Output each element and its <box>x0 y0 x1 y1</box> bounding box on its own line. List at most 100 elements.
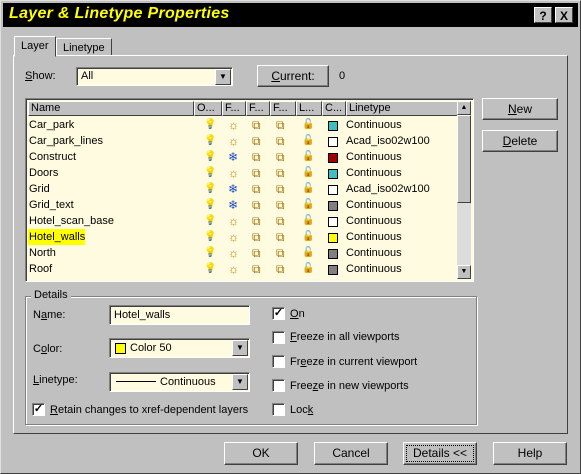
title-bar[interactable]: Layer & Linetype Properties ? X <box>3 3 578 27</box>
viewport-freeze-icon[interactable]: ⧉ <box>252 150 261 164</box>
layer-row[interactable]: Grid 💡 ❄ ⧉ ⧉ 🔓 Acad_iso02w100 <box>28 181 458 197</box>
viewport-freeze-icon[interactable]: ⧉ <box>276 118 285 132</box>
close-button[interactable]: X <box>555 7 573 23</box>
help-button[interactable]: Help <box>493 442 567 465</box>
layer-name-input[interactable]: Hotel_walls <box>109 305 250 325</box>
details-button[interactable]: Details << <box>403 442 477 465</box>
layer-linetype[interactable]: Continuous <box>346 245 402 261</box>
linetype-select[interactable]: Continuous ▼ <box>109 372 250 392</box>
current-button[interactable]: Current: <box>257 65 329 87</box>
sun-icon[interactable]: ☼ <box>228 118 239 132</box>
scroll-thumb[interactable] <box>457 115 471 203</box>
snowflake-icon[interactable]: ❄ <box>228 198 238 212</box>
viewport-freeze-icon[interactable]: ⧉ <box>252 214 261 228</box>
layer-row[interactable]: Roof 💡 ☼ ⧉ ⧉ 🔓 Continuous <box>28 261 458 277</box>
freeze-new-checkbox[interactable] <box>272 379 285 392</box>
unlock-icon[interactable]: 🔓 <box>302 134 314 148</box>
layer-linetype[interactable]: Continuous <box>346 165 402 181</box>
lightbulb-on-icon[interactable]: 💡 <box>204 118 216 132</box>
delete-button[interactable]: Delete <box>482 130 558 152</box>
retain-checkbox[interactable]: ✓ <box>32 403 45 416</box>
unlock-icon[interactable]: 🔓 <box>302 246 314 260</box>
unlock-icon[interactable]: 🔓 <box>302 262 314 276</box>
layer-linetype[interactable]: Continuous <box>346 117 402 133</box>
layer-row[interactable]: Grid_text 💡 ❄ ⧉ ⧉ 🔓 Continuous <box>28 197 458 213</box>
unlock-icon[interactable]: 🔓 <box>302 198 314 212</box>
column-header-1[interactable]: O... <box>194 101 222 116</box>
sun-icon[interactable]: ☼ <box>228 134 239 148</box>
snowflake-icon[interactable]: ❄ <box>228 150 238 164</box>
freeze-all-checkbox[interactable] <box>272 331 285 344</box>
viewport-freeze-icon[interactable]: ⧉ <box>276 150 285 164</box>
column-header-6[interactable]: C... <box>322 101 346 116</box>
viewport-freeze-icon[interactable]: ⧉ <box>276 262 285 276</box>
layer-row[interactable]: Construct 💡 ❄ ⧉ ⧉ 🔓 Continuous <box>28 149 458 165</box>
color-swatch[interactable] <box>328 201 338 211</box>
layer-linetype[interactable]: Continuous <box>346 213 402 229</box>
layer-linetype[interactable]: Continuous <box>346 197 402 213</box>
on-checkbox[interactable]: ✓ <box>272 307 285 320</box>
layer-linetype[interactable]: Acad_iso02w100 <box>346 133 430 149</box>
lightbulb-off-icon[interactable]: 💡 <box>204 214 216 228</box>
layer-linetype[interactable]: Continuous <box>346 261 402 277</box>
viewport-freeze-icon[interactable]: ⧉ <box>252 134 261 148</box>
viewport-freeze-icon[interactable]: ⧉ <box>276 214 285 228</box>
scroll-up-icon[interactable]: ▲ <box>457 101 471 115</box>
column-header-7[interactable]: Linetype <box>346 101 458 116</box>
unlock-icon[interactable]: 🔓 <box>302 182 314 196</box>
viewport-freeze-icon[interactable]: ⧉ <box>276 182 285 196</box>
sun-icon[interactable]: ☼ <box>228 166 239 180</box>
layer-row[interactable]: Car_park 💡 ☼ ⧉ ⧉ 🔓 Continuous <box>28 117 458 133</box>
color-swatch[interactable] <box>328 233 338 243</box>
lightbulb-on-icon[interactable]: 💡 <box>204 262 216 276</box>
layer-row[interactable]: Hotel_scan_base 💡 ☼ ⧉ ⧉ 🔓 Continuous <box>28 213 458 229</box>
viewport-freeze-icon[interactable]: ⧉ <box>276 246 285 260</box>
viewport-freeze-icon[interactable]: ⧉ <box>276 134 285 148</box>
layer-linetype[interactable]: Continuous <box>346 149 402 165</box>
sun-icon[interactable]: ☼ <box>228 230 239 244</box>
cancel-button[interactable]: Cancel <box>314 442 388 465</box>
layer-row[interactable]: North 💡 ☼ ⧉ ⧉ 🔓 Continuous <box>28 245 458 261</box>
freeze-current-checkbox[interactable] <box>272 355 285 368</box>
layer-linetype[interactable]: Acad_iso02w100 <box>346 181 430 197</box>
vertical-scrollbar[interactable]: ▲ ▼ <box>457 101 471 279</box>
color-swatch[interactable] <box>328 249 338 259</box>
viewport-freeze-icon[interactable]: ⧉ <box>252 118 261 132</box>
column-header-5[interactable]: L... <box>296 101 322 116</box>
viewport-freeze-icon[interactable]: ⧉ <box>252 262 261 276</box>
viewport-freeze-icon[interactable]: ⧉ <box>276 166 285 180</box>
viewport-freeze-icon[interactable]: ⧉ <box>252 198 261 212</box>
sun-icon[interactable]: ☼ <box>228 214 239 228</box>
column-header-4[interactable]: F... <box>270 101 296 116</box>
column-header-3[interactable]: F... <box>246 101 270 116</box>
lock-checkbox[interactable] <box>272 403 285 416</box>
layer-list[interactable]: Name O... F... F... F... L... C... Linetype Car… <box>25 98 474 282</box>
help-title-button[interactable]: ? <box>534 7 552 23</box>
chevron-down-icon[interactable]: ▼ <box>215 69 231 85</box>
color-swatch[interactable] <box>328 217 338 227</box>
unlock-icon[interactable]: 🔓 <box>302 214 314 228</box>
unlock-icon[interactable]: 🔓 <box>302 150 314 164</box>
color-select[interactable]: Color 50 ▼ <box>109 338 250 358</box>
sun-icon[interactable]: ☼ <box>228 262 239 276</box>
color-swatch[interactable] <box>328 121 338 131</box>
color-swatch[interactable] <box>328 137 338 147</box>
layer-row[interactable]: Car_park_lines 💡 ☼ ⧉ ⧉ 🔓 Acad_iso02w100 <box>28 133 458 149</box>
viewport-freeze-icon[interactable]: ⧉ <box>252 166 261 180</box>
unlock-icon[interactable]: 🔓 <box>302 118 314 132</box>
layer-row[interactable]: Hotel_walls 💡 ☼ ⧉ ⧉ 🔓 Continuous <box>28 229 458 245</box>
lightbulb-on-icon[interactable]: 💡 <box>204 150 216 164</box>
tab-linetype[interactable]: Linetype <box>56 38 112 56</box>
chevron-down-icon[interactable]: ▼ <box>232 374 248 390</box>
snowflake-icon[interactable]: ❄ <box>228 182 238 196</box>
unlock-icon[interactable]: 🔓 <box>302 166 314 180</box>
viewport-freeze-icon[interactable]: ⧉ <box>276 198 285 212</box>
lightbulb-on-icon[interactable]: 💡 <box>204 134 216 148</box>
unlock-icon[interactable]: 🔓 <box>302 230 314 244</box>
color-swatch[interactable] <box>328 265 338 275</box>
lightbulb-on-icon[interactable]: 💡 <box>204 230 216 244</box>
color-swatch[interactable] <box>328 185 338 195</box>
chevron-down-icon[interactable]: ▼ <box>232 340 248 356</box>
tab-layer[interactable]: Layer <box>14 36 56 57</box>
ok-button[interactable]: OK <box>224 442 298 465</box>
